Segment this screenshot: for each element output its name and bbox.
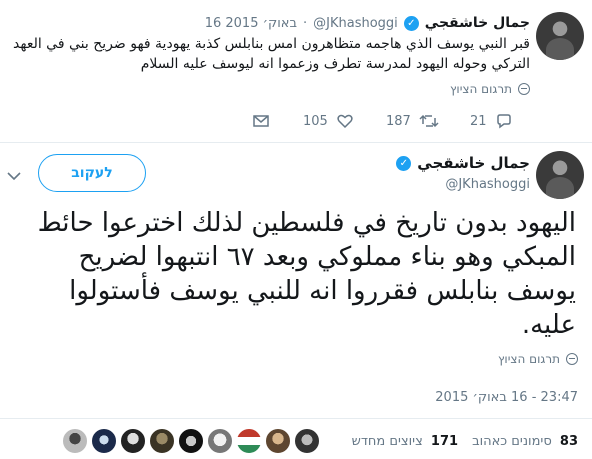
- dm-icon: [252, 112, 270, 130]
- divider: [0, 418, 592, 419]
- tweet-text: اليهود بدون تاريخ في فلسطين لذلك اخترعوا…: [37, 208, 576, 340]
- liker-avatar[interactable]: [207, 428, 233, 454]
- likes-count: 83: [559, 434, 578, 449]
- heart-icon: [336, 112, 354, 130]
- liker-avatar[interactable]: [236, 428, 262, 454]
- translate-link[interactable]: תרגום הציוץ: [498, 352, 578, 366]
- liker-avatar[interactable]: [294, 428, 320, 454]
- liker-avatar[interactable]: [265, 428, 291, 454]
- retweet-count: 187: [386, 113, 411, 129]
- chevron-down-icon[interactable]: [6, 170, 22, 182]
- globe-icon: [566, 353, 578, 365]
- likes-stat[interactable]: 83 סימונים כאהוב: [472, 434, 578, 449]
- verified-icon: ✓: [396, 155, 412, 171]
- translate-label: תרגום הציוץ: [449, 82, 512, 96]
- liker-avatars: [62, 428, 324, 456]
- retweet-button[interactable]: 187: [386, 112, 439, 130]
- liker-avatar[interactable]: [91, 428, 117, 454]
- separator-dot: ·: [303, 15, 308, 31]
- avatar[interactable]: [536, 151, 584, 199]
- retweets-label: ציוצים מחדש: [351, 434, 423, 449]
- follow-button[interactable]: לעקוב: [38, 154, 146, 192]
- author-name[interactable]: جمال خاشقجي: [417, 154, 530, 172]
- reply-count: 21: [470, 113, 487, 129]
- translate-link[interactable]: תרגום הציוץ: [450, 82, 530, 96]
- tweet-date[interactable]: 16 באוק׳ 2015: [205, 16, 297, 31]
- liker-avatar[interactable]: [178, 428, 204, 454]
- author-handle[interactable]: @JKhashoggi: [313, 16, 398, 31]
- liker-avatar[interactable]: [62, 428, 88, 454]
- tweet1-header: جمال خاشقجي ✓ @JKhashoggi · 16 באוק׳ 201…: [205, 14, 530, 32]
- like-count: 105: [303, 113, 328, 129]
- like-button[interactable]: 105: [303, 112, 354, 130]
- translate-label: תרגום הציוץ: [497, 352, 560, 366]
- retweet-icon: [419, 112, 439, 130]
- globe-icon: [518, 83, 530, 95]
- author-name[interactable]: جمال خاشقجي: [425, 15, 530, 31]
- main-author[interactable]: جمال خاشقجي ✓: [396, 154, 530, 172]
- divider: [0, 142, 592, 143]
- avatar[interactable]: [536, 12, 584, 60]
- tweet-stats: 171 ציוצים מחדש 83 סימונים כאהוב: [352, 434, 578, 449]
- retweets-count: 171: [430, 434, 459, 449]
- dm-button[interactable]: [252, 112, 270, 130]
- tweet-text: قبر النبي يوسف الذي هاجمه متظاهرون امس ب…: [13, 36, 530, 72]
- liker-avatar[interactable]: [149, 428, 175, 454]
- reply-button[interactable]: 21: [470, 112, 513, 130]
- reply-icon: [495, 112, 513, 130]
- author-handle[interactable]: @JKhashoggi: [445, 177, 530, 192]
- tweet-timestamp[interactable]: 23:47 - 16 באוק׳ 2015: [435, 390, 578, 405]
- likes-label: סימונים כאהוב: [472, 434, 552, 449]
- liker-avatar[interactable]: [120, 428, 146, 454]
- verified-icon: ✓: [403, 15, 419, 31]
- retweets-stat[interactable]: 171 ציוצים מחדש: [352, 434, 458, 449]
